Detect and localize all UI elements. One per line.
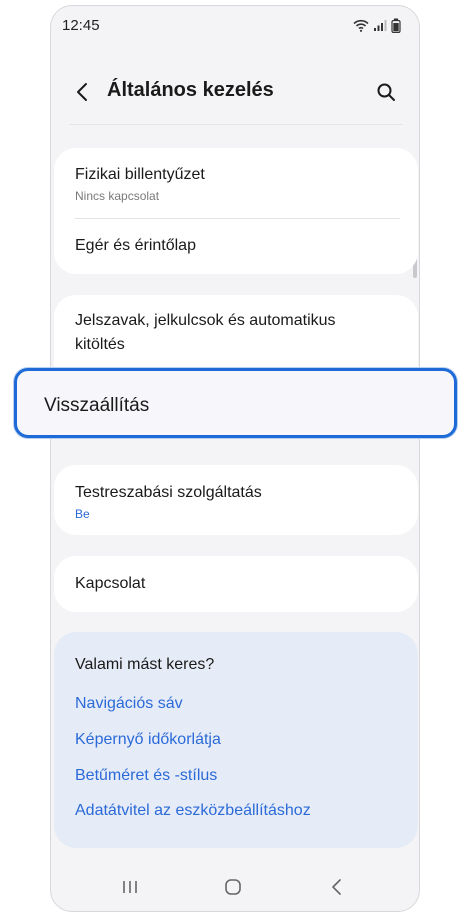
- wifi-icon: [353, 19, 369, 37]
- list-item-title: Fizikai billentyűzet: [75, 166, 205, 183]
- list-item-title: Visszaállítás: [44, 395, 150, 416]
- list-item-title: Testreszabási szolgáltatás: [75, 484, 262, 501]
- status-bar: 12:45: [51, 6, 419, 46]
- suggestions-title: Valami mást keres?: [75, 656, 215, 673]
- settings-group-keyboard: Fizikai billentyűzet Nincs kapcsolat Egé…: [54, 148, 418, 274]
- system-nav-bar: [51, 861, 419, 911]
- list-item-title: Egér és érintőlap: [75, 237, 196, 254]
- home-icon[interactable]: [221, 875, 245, 899]
- settings-group-about: Kapcsolat: [54, 556, 418, 612]
- search-icon[interactable]: [373, 79, 399, 105]
- list-item-mouse-touchpad[interactable]: Egér és érintőlap: [54, 219, 418, 274]
- suggestion-link-data-transfer[interactable]: Adatátvitel az eszközbeállításhoz: [75, 802, 311, 820]
- chevron-left-icon[interactable]: [69, 79, 95, 105]
- list-item-title-line2: kitöltés: [75, 336, 125, 353]
- suggestion-link-font-size-style[interactable]: Betűméret és -stílus: [75, 767, 217, 785]
- page-title: Általános kezelés: [107, 79, 274, 101]
- list-item-physical-keyboard[interactable]: Fizikai billentyűzet Nincs kapcsolat: [54, 148, 418, 218]
- list-item-status: Be: [75, 507, 90, 521]
- signal-icon: [373, 19, 387, 37]
- status-time: 12:45: [62, 17, 100, 34]
- list-item-reset[interactable]: Visszaállítás: [14, 368, 457, 438]
- list-item-customization-service[interactable]: Testreszabási szolgáltatás Be: [54, 465, 418, 535]
- phone-screen: 12:45 Általános kezelés Fizikai billenty…: [50, 5, 420, 912]
- list-item-contact[interactable]: Kapcsolat: [54, 556, 418, 612]
- status-icons: [353, 18, 401, 38]
- list-item-title-line1: Jelszavak, jelkulcsok és automatikus: [75, 312, 336, 329]
- suggestion-link-navigation-bar[interactable]: Navigációs sáv: [75, 695, 183, 713]
- suggestion-link-screen-timeout[interactable]: Képernyő időkorlátja: [75, 731, 221, 749]
- list-item-title: Kapcsolat: [75, 575, 146, 592]
- suggestions-card: Valami mást keres? Navigációs sáv Képern…: [54, 632, 418, 848]
- back-icon[interactable]: [325, 875, 349, 899]
- header-divider: [69, 124, 403, 125]
- app-bar: Általános kezelés: [51, 66, 419, 118]
- settings-group-customization: Testreszabási szolgáltatás Be: [54, 465, 418, 535]
- battery-icon: [391, 18, 401, 38]
- list-item-subtitle: Nincs kapcsolat: [75, 189, 160, 203]
- recents-icon[interactable]: [118, 875, 142, 899]
